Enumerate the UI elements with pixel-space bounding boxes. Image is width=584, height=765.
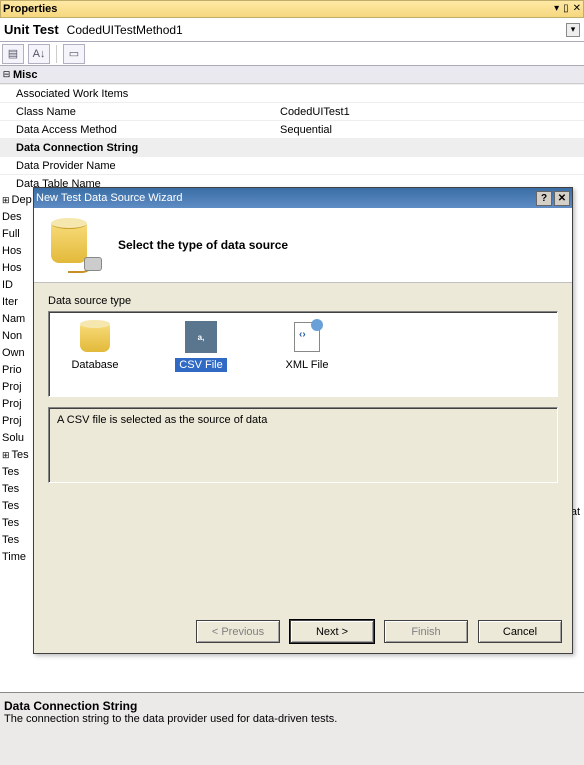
dialog-titlebar[interactable]: New Test Data Source Wizard ? ✕: [34, 188, 572, 208]
option-label: Database: [67, 358, 122, 372]
option-label: CSV File: [175, 358, 226, 372]
property-value[interactable]: [276, 85, 584, 102]
property-value[interactable]: [276, 157, 584, 174]
data-source-description: A CSV file is selected as the source of …: [48, 407, 558, 483]
pin-icon[interactable]: ▯: [563, 4, 569, 14]
property-row[interactable]: Class NameCodedUITest1: [0, 102, 584, 120]
description-text: The connection string to the data provid…: [4, 713, 580, 725]
alphabetical-sort-icon[interactable]: A↓: [28, 44, 50, 64]
previous-button[interactable]: < Previous: [196, 620, 280, 643]
category-name: Misc: [13, 69, 37, 81]
dialog-title: New Test Data Source Wizard: [36, 192, 183, 204]
panel-title: Properties: [3, 3, 57, 15]
property-row[interactable]: Data Access MethodSequential: [0, 120, 584, 138]
close-icon[interactable]: ✕: [573, 4, 581, 14]
data-source-option-xml[interactable]: XML File: [271, 320, 343, 372]
db-wizard-icon: [48, 217, 104, 273]
categorized-icon[interactable]: ▤: [2, 44, 24, 64]
property-key: Data Connection String: [0, 139, 276, 156]
unit-test-name: CodedUITestMethod1: [63, 23, 566, 37]
help-button[interactable]: ?: [536, 191, 552, 206]
property-key: Class Name: [0, 103, 276, 120]
dialog-heading: Select the type of data source: [118, 238, 288, 252]
dropdown-icon[interactable]: ▾: [554, 4, 559, 14]
properties-panel-titlebar: Properties ▾ ▯ ✕: [0, 0, 584, 18]
property-key: Data Access Method: [0, 121, 276, 138]
property-description-panel: Data Connection String The connection st…: [0, 692, 584, 765]
next-button[interactable]: Next >: [290, 620, 374, 643]
properties-toolbar: ▤ A↓ ▭: [0, 42, 584, 66]
data-source-type-list[interactable]: Database a, CSV File XML File: [48, 311, 558, 397]
unit-test-label: Unit Test: [4, 22, 59, 37]
data-source-type-label: Data source type: [48, 295, 558, 307]
property-row[interactable]: Data Connection String: [0, 138, 584, 156]
property-key: Data Provider Name: [0, 157, 276, 174]
toolbar-separator: [56, 45, 57, 63]
finish-button[interactable]: Finish: [384, 620, 468, 643]
option-label: XML File: [282, 358, 333, 372]
wizard-button-row: < Previous Next > Finish Cancel: [196, 620, 562, 643]
object-dropdown-button[interactable]: ▾: [566, 23, 580, 37]
description-heading: Data Connection String: [4, 699, 580, 713]
data-source-option-database[interactable]: Database: [59, 320, 131, 372]
data-source-option-csv[interactable]: a, CSV File: [165, 320, 237, 372]
category-header-misc[interactable]: ⊟ Misc: [0, 66, 584, 84]
dialog-close-button[interactable]: ✕: [554, 191, 570, 206]
property-grid: Associated Work ItemsClass NameCodedUITe…: [0, 84, 584, 192]
object-selector-row: Unit Test CodedUITestMethod1 ▾: [0, 18, 584, 42]
property-pages-icon[interactable]: ▭: [63, 44, 85, 64]
property-value[interactable]: CodedUITest1: [276, 103, 584, 120]
property-value[interactable]: Sequential: [276, 121, 584, 138]
property-value[interactable]: [276, 139, 584, 156]
cancel-button[interactable]: Cancel: [478, 620, 562, 643]
csv-file-icon: a,: [184, 320, 218, 354]
panel-sys-buttons: ▾ ▯ ✕: [554, 4, 581, 14]
property-key: Associated Work Items: [0, 85, 276, 102]
dialog-header: Select the type of data source: [34, 208, 572, 283]
xml-file-icon: [290, 320, 324, 354]
property-row[interactable]: Data Provider Name: [0, 156, 584, 174]
dialog-body: Data source type Database a, CSV File XML F…: [34, 283, 572, 491]
collapse-icon[interactable]: ⊟: [0, 69, 13, 80]
data-source-wizard-dialog: New Test Data Source Wizard ? ✕ Select t…: [33, 187, 573, 654]
property-row[interactable]: Associated Work Items: [0, 84, 584, 102]
database-icon: [78, 320, 112, 354]
